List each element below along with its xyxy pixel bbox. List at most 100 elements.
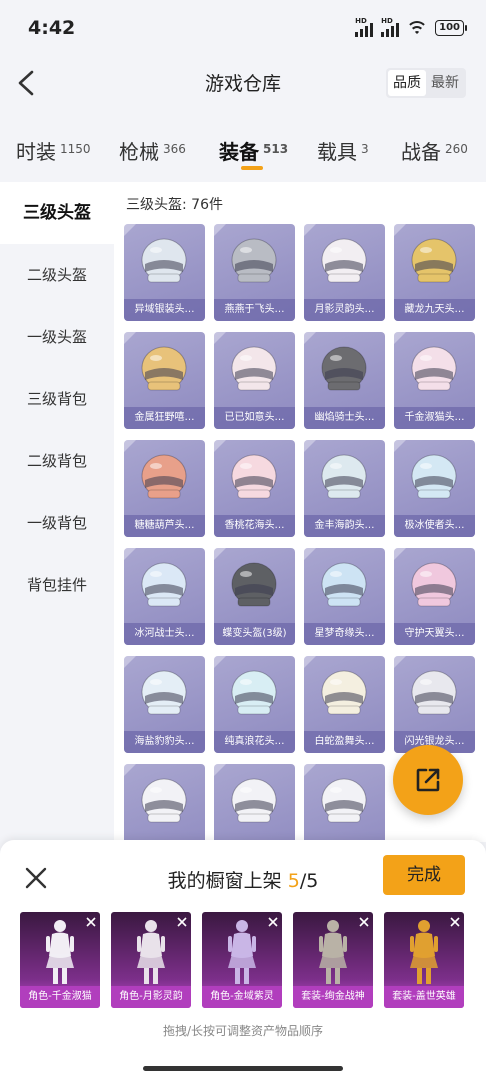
helmet-item-name: 藏龙九天头…	[394, 299, 475, 321]
helmet-icon	[141, 670, 187, 715]
helmet-item-name: 守护天翼头…	[394, 623, 475, 645]
category-tabs: 时装 1150 枪械 366 装备 513 载具 3 战备 260	[0, 124, 486, 180]
helmet-icon	[411, 238, 457, 283]
helmet-item-card[interactable]: 纯真浪花头…	[214, 656, 295, 753]
sidebar-item-level1-backpack[interactable]: 一级背包	[0, 492, 114, 554]
helmet-icon	[321, 346, 367, 391]
helmet-item-name: 纯真浪花头…	[214, 731, 295, 753]
close-icon	[268, 917, 278, 927]
helmet-item-name: 香桃花海头…	[214, 515, 295, 537]
helmet-item-card[interactable]	[304, 764, 385, 842]
helmet-item-card[interactable]: 异域银装头…	[124, 224, 205, 321]
helmet-icon	[321, 562, 367, 607]
home-indicator[interactable]	[143, 1066, 343, 1071]
helmet-item-name: 千金淑猫头…	[394, 407, 475, 429]
helmet-icon	[321, 778, 367, 823]
character-figure-icon	[46, 920, 74, 984]
close-icon	[177, 917, 187, 927]
showcase-item-card[interactable]: 角色-金域紫灵	[202, 912, 282, 1008]
remove-item-button[interactable]	[175, 914, 189, 928]
helmet-item-name: 星梦奇缘头…	[304, 623, 385, 645]
helmet-icon	[411, 346, 457, 391]
remove-item-button[interactable]	[266, 914, 280, 928]
share-button[interactable]	[393, 745, 463, 815]
section-title: 三级头盔: 76件	[126, 197, 223, 213]
close-icon	[359, 917, 369, 927]
sidebar-item-level3-backpack[interactable]: 三级背包	[0, 368, 114, 430]
tab-equipment[interactable]: 装备 513	[219, 136, 288, 165]
helmet-item-card[interactable]: 香桃花海头…	[214, 440, 295, 537]
helmet-icon	[141, 454, 187, 499]
helmet-item-card[interactable]: 金丰海韵头…	[304, 440, 385, 537]
helmet-item-name: 白蛇盈舞头…	[304, 731, 385, 753]
helmet-icon	[141, 562, 187, 607]
signal-icon: HD	[355, 17, 374, 37]
character-figure-icon	[410, 920, 438, 984]
sidebar: 三级头盔 二级头盔 一级头盔 三级背包 二级背包 一级背包 背包挂件	[0, 182, 114, 842]
helmet-item-card[interactable]: 月影灵韵头…	[304, 224, 385, 321]
sort-latest-button[interactable]: 最新	[426, 70, 464, 96]
sort-quality-button[interactable]: 品质	[388, 70, 426, 96]
helmet-item-name: 幽焰骑士头…	[304, 407, 385, 429]
helmet-icon	[231, 670, 277, 715]
helmet-icon	[141, 778, 187, 823]
showcase-item-card[interactable]: 套装-绚金战神	[293, 912, 373, 1008]
remove-item-button[interactable]	[357, 914, 371, 928]
helmet-item-card[interactable]: 糖糖葫芦头…	[124, 440, 205, 537]
tab-combat-gear[interactable]: 战备 260	[401, 136, 468, 165]
status-bar: 4:42 HD HD 100	[0, 0, 486, 56]
sidebar-item-level1-helmet[interactable]: 一级头盔	[0, 306, 114, 368]
status-time: 4:42	[28, 17, 76, 39]
helmet-item-card[interactable]: 海盐豹豹头…	[124, 656, 205, 753]
remove-item-button[interactable]	[84, 914, 98, 928]
helmet-item-card[interactable]: 千金淑猫头…	[394, 332, 475, 429]
helmet-item-card[interactable]: 星梦奇缘头…	[304, 548, 385, 645]
tab-fashion[interactable]: 时装 1150	[16, 136, 91, 165]
close-icon	[86, 917, 96, 927]
helmet-item-card[interactable]	[214, 764, 295, 842]
helmet-icon	[411, 670, 457, 715]
sidebar-item-backpack-charm[interactable]: 背包挂件	[0, 554, 114, 616]
helmet-item-card[interactable]: 幽焰骑士头…	[304, 332, 385, 429]
showcase-panel: 我的橱窗上架 5/5 完成 角色-千金淑猫 角色-月影灵韵 角色-金域紫灵 套装-绚金…	[0, 840, 486, 1080]
status-icons: HD HD 100	[355, 17, 467, 37]
helmet-item-card[interactable]: 冰河战士头…	[124, 548, 205, 645]
helmet-item-card[interactable]: 闪光银龙头…	[394, 656, 475, 753]
showcase-item-card[interactable]: 角色-月影灵韵	[111, 912, 191, 1008]
showcase-item-label: 角色-金域紫灵	[202, 986, 282, 1008]
helmet-icon	[231, 238, 277, 283]
helmet-item-name: 海盐豹豹头…	[124, 731, 205, 753]
helmet-item-card[interactable]: 白蛇盈舞头…	[304, 656, 385, 753]
helmet-item-card[interactable]: 藏龙九天头…	[394, 224, 475, 321]
helmet-item-name: 金丰海韵头…	[304, 515, 385, 537]
helmet-item-card[interactable]: 金属狂野嘻…	[124, 332, 205, 429]
tab-weapons[interactable]: 枪械 366	[119, 136, 186, 165]
character-figure-icon	[228, 920, 256, 984]
helmet-item-name: 异域银装头…	[124, 299, 205, 321]
helmet-item-card[interactable]: 燕燕于飞头…	[214, 224, 295, 321]
helmet-item-card[interactable]	[124, 764, 205, 842]
sidebar-item-level2-backpack[interactable]: 二级背包	[0, 430, 114, 492]
tab-vehicles[interactable]: 载具 3	[317, 136, 369, 165]
helmet-item-name: 蝶变头盔(3级)	[214, 623, 295, 645]
showcase-item-card[interactable]: 角色-千金淑猫	[20, 912, 100, 1008]
item-grid-panel: 三级头盔: 76件 异域银装头… 燕燕于飞头… 月影灵韵头… 藏龙九天头… 金属狂野嘻……	[114, 182, 486, 842]
helmet-icon	[411, 454, 457, 499]
sidebar-item-level2-helmet[interactable]: 二级头盔	[0, 244, 114, 306]
helmet-item-name: 燕燕于飞头…	[214, 299, 295, 321]
helmet-item-card[interactable]: 已已如意头…	[214, 332, 295, 429]
helmet-icon	[231, 454, 277, 499]
helmet-icon	[141, 346, 187, 391]
top-bar: 游戏仓库 品质 最新	[0, 56, 486, 112]
showcase-item-card[interactable]: 套装-盖世英雄	[384, 912, 464, 1008]
remove-item-button[interactable]	[448, 914, 462, 928]
showcase-item-label: 角色-千金淑猫	[20, 986, 100, 1008]
share-icon	[416, 768, 440, 792]
helmet-item-name: 糖糖葫芦头…	[124, 515, 205, 537]
helmet-item-card[interactable]: 守护天翼头…	[394, 548, 475, 645]
sidebar-item-level3-helmet[interactable]: 三级头盔	[0, 182, 114, 244]
done-button[interactable]: 完成	[383, 855, 465, 895]
helmet-item-card[interactable]: 极冰使者头…	[394, 440, 475, 537]
helmet-item-card[interactable]: 蝶变头盔(3级)	[214, 548, 295, 645]
helmet-icon	[321, 454, 367, 499]
